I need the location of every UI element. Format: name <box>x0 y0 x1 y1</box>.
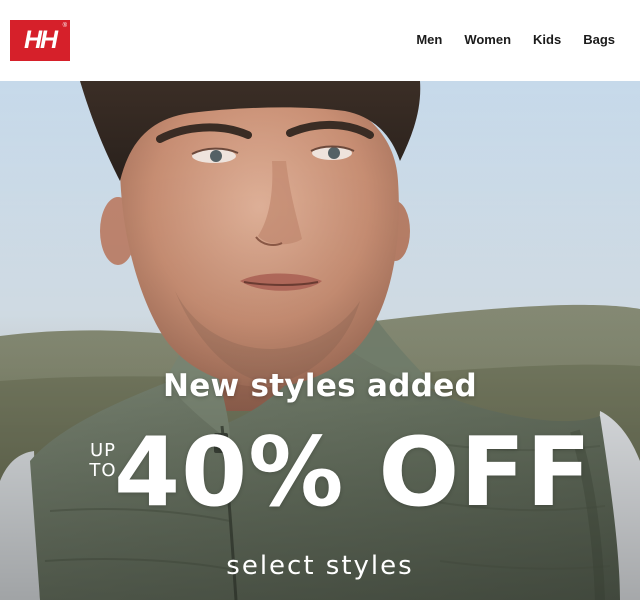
main-nav: Men Women Kids Bags <box>416 31 615 49</box>
promo-headline: New styles added <box>162 368 478 404</box>
nav-item-bags[interactable]: Bags <box>583 31 615 49</box>
hero-banner[interactable]: New styles added UP TO 40% OFF select st… <box>0 81 640 600</box>
brand-logo[interactable]: HH ® <box>10 20 70 61</box>
nav-item-men[interactable]: Men <box>416 31 442 49</box>
nav-item-kids[interactable]: Kids <box>533 31 561 49</box>
hero-promo: New styles added UP TO 40% OFF select st… <box>0 81 640 600</box>
registered-mark: ® <box>62 23 67 29</box>
logo-text: HH <box>23 26 58 54</box>
site-header: HH ® Men Women Kids Bags <box>0 0 640 81</box>
promo-subline: select styles <box>226 551 414 581</box>
nav-item-women[interactable]: Women <box>464 31 511 49</box>
promo-discount: 40% OFF <box>114 418 593 528</box>
